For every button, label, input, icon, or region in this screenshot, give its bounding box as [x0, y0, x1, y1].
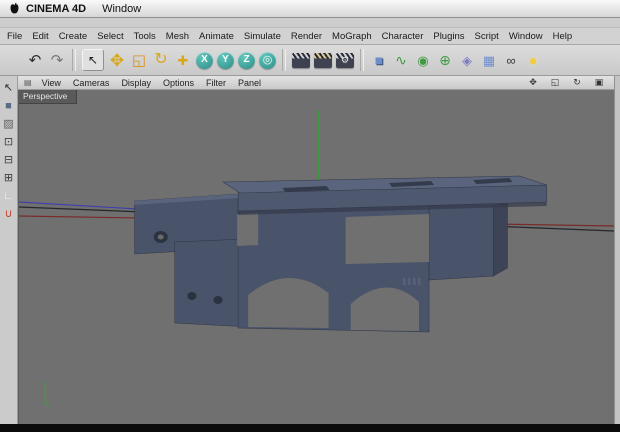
menu-file[interactable]: File [2, 31, 27, 42]
workplane-icon[interactable]: ∟ [1, 188, 17, 204]
subdivision-surface-icon[interactable]: ◉ [412, 48, 434, 72]
edges-mode-icon[interactable]: ⊟ [1, 152, 17, 168]
menu-character[interactable]: Character [377, 31, 429, 42]
window-titlebar [0, 18, 620, 28]
model-mode-icon[interactable]: ■ [1, 98, 17, 114]
macmenu-window[interactable]: Window [102, 3, 141, 15]
model-right-cap [493, 202, 508, 277]
model-3d-object[interactable] [134, 175, 547, 333]
viewport-menu-grid-icon[interactable]: ▤ [24, 78, 32, 87]
viewport-menu-filter[interactable]: Filter [200, 78, 232, 88]
apple-logo-icon[interactable] [9, 2, 20, 15]
undo-icon[interactable]: ↶ [24, 48, 46, 72]
bottom-edge [0, 424, 620, 432]
model-right-block[interactable] [428, 201, 494, 281]
window-right-edge [614, 76, 620, 424]
modeling-generator-icon[interactable]: ⊕ [434, 48, 456, 72]
floor-object-icon[interactable]: ▦ [478, 48, 500, 72]
points-mode-icon[interactable]: ⊡ [1, 134, 17, 150]
render-settings-icon[interactable]: ⚙ [336, 52, 354, 68]
render-picture-viewer-icon[interactable] [314, 52, 332, 68]
axis-gizmo [44, 382, 51, 407]
viewport-menu-options[interactable]: Options [157, 78, 200, 88]
viewport-menu-panel[interactable]: Panel [232, 78, 267, 88]
viewport-menubar: ▤ View Cameras Display Options Filter Panel ✥… [18, 76, 614, 90]
viewport-camera-label[interactable]: Perspective [19, 90, 78, 104]
macos-app-name[interactable]: CINEMA 4D [26, 3, 86, 15]
live-selection-tool-icon[interactable]: ↖ [82, 49, 104, 71]
main-area: ↖ ■ ▨ ⊡ ⊟ ⊞ ∟ ∪ ▤ View Cameras Display Options Filt… [0, 76, 620, 424]
redo-icon[interactable]: ↷ [46, 48, 68, 72]
left-toolbar: ↖ ■ ▨ ⊡ ⊟ ⊞ ∟ ∪ [0, 76, 18, 424]
macos-menus: Window [102, 3, 157, 15]
coordinate-system-icon[interactable]: ◎ [259, 51, 276, 69]
viewport-menu-view[interactable]: View [36, 78, 67, 88]
viewport-menus: View Cameras Display Options Filter Panel [36, 78, 267, 88]
viewport-menu-display[interactable]: Display [115, 78, 157, 88]
polygons-mode-icon[interactable]: ⊞ [1, 170, 17, 186]
app-menubar: File Edit Create Select Tools Mesh Animate Simu… [0, 28, 620, 45]
model-leg-hole-2 [213, 296, 223, 304]
toolbar-separator [72, 49, 76, 71]
viewport-panel: ▤ View Cameras Display Options Filter Panel ✥… [18, 76, 614, 424]
scale-tool-icon[interactable]: ◱ [128, 48, 150, 72]
menu-simulate[interactable]: Simulate [239, 31, 286, 42]
menu-help[interactable]: Help [548, 31, 578, 42]
menu-script[interactable]: Script [470, 31, 504, 42]
light-object-icon[interactable]: ● [522, 48, 544, 72]
toolbar-separator [360, 49, 364, 71]
texture-mode-icon[interactable]: ▨ [1, 116, 17, 132]
menu-select[interactable]: Select [92, 31, 128, 42]
sky-object-icon[interactable]: ∞ [500, 48, 522, 72]
spline-pen-icon[interactable]: ∿ [390, 48, 412, 72]
menu-mograph[interactable]: MoGraph [327, 31, 377, 42]
viewport[interactable]: Perspective [18, 90, 614, 424]
z-axis-lock-icon[interactable]: Z [238, 51, 255, 69]
toolbar-separator [282, 49, 286, 71]
screen: { "macos_menubar": { "app_name": "CINEMA… [0, 0, 620, 432]
menu-edit[interactable]: Edit [27, 31, 53, 42]
deformer-icon[interactable]: ◈ [456, 48, 478, 72]
add-primitive-cube-icon[interactable]: ■ [368, 48, 390, 72]
snap-magnet-icon[interactable]: ∪ [1, 206, 17, 222]
viewport-menu-cameras[interactable]: Cameras [67, 78, 116, 88]
viewport-canvas[interactable] [19, 90, 614, 424]
model-leg-hole-1 [187, 292, 197, 300]
move-tool-icon[interactable]: ✥ [106, 48, 128, 72]
menu-animate[interactable]: Animate [194, 31, 239, 42]
macos-menubar: CINEMA 4D Window [0, 0, 620, 18]
model-arm-hole-inner [157, 234, 164, 240]
x-axis-lock-icon[interactable]: X [196, 51, 213, 69]
menu-render[interactable]: Render [286, 31, 327, 42]
menu-plugins[interactable]: Plugins [428, 31, 469, 42]
render-view-icon[interactable] [292, 52, 310, 68]
menu-window[interactable]: Window [504, 31, 548, 42]
menu-tools[interactable]: Tools [129, 31, 161, 42]
y-axis-lock-icon[interactable]: Y [217, 51, 234, 69]
pointer-tool-icon[interactable]: ↖ [1, 80, 17, 96]
menu-mesh[interactable]: Mesh [161, 31, 194, 42]
menu-create[interactable]: Create [54, 31, 93, 42]
last-tool-icon[interactable]: ✚ [172, 48, 194, 72]
rotate-tool-icon[interactable]: ↻ [150, 48, 172, 72]
